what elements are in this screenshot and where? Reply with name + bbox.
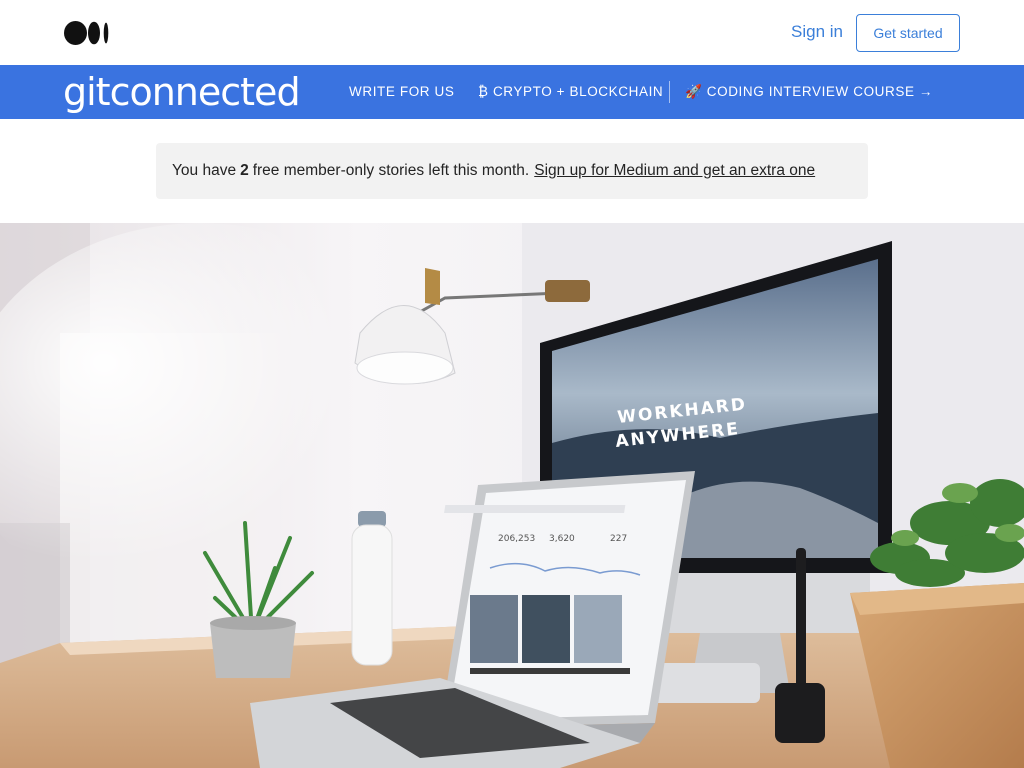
sign-in-link[interactable]: Sign in [791, 22, 843, 42]
laptop-stat-2: 3,620 [549, 534, 575, 544]
get-started-button[interactable]: Get started [856, 14, 960, 52]
nav-crypto-blockchain[interactable]: ₿ CRYPTO + BLOCKCHAIN [478, 84, 663, 99]
medium-logo-icon[interactable] [64, 21, 110, 45]
banner-suffix: free member-only stories left this month… [252, 162, 530, 179]
banner-count: 2 [240, 162, 249, 179]
banner-prefix: You have [172, 162, 237, 179]
laptop-stat-3: 227 [610, 534, 627, 544]
publication-nav: gitconnected WRITE FOR US ₿ CRYPTO + BLO… [0, 65, 1024, 119]
publication-logo[interactable]: gitconnected [63, 69, 301, 115]
laptop-stat-1: 206,253 [498, 534, 535, 544]
sign-up-link[interactable]: Sign up for Medium and get an extra one [534, 162, 815, 180]
nav-write-for-us[interactable]: WRITE FOR US [349, 84, 454, 99]
nav-coding-interview-course[interactable]: 🚀 CODING INTERVIEW COURSE → [685, 84, 933, 100]
member-stories-banner: You have 2 free member-only stories left… [156, 143, 868, 199]
nav-divider [669, 81, 670, 103]
top-bar: Sign in Get started [0, 0, 1024, 65]
hero-image: WORKHARD ANYWHERE 206,253 3,620 227 [0, 223, 1024, 768]
